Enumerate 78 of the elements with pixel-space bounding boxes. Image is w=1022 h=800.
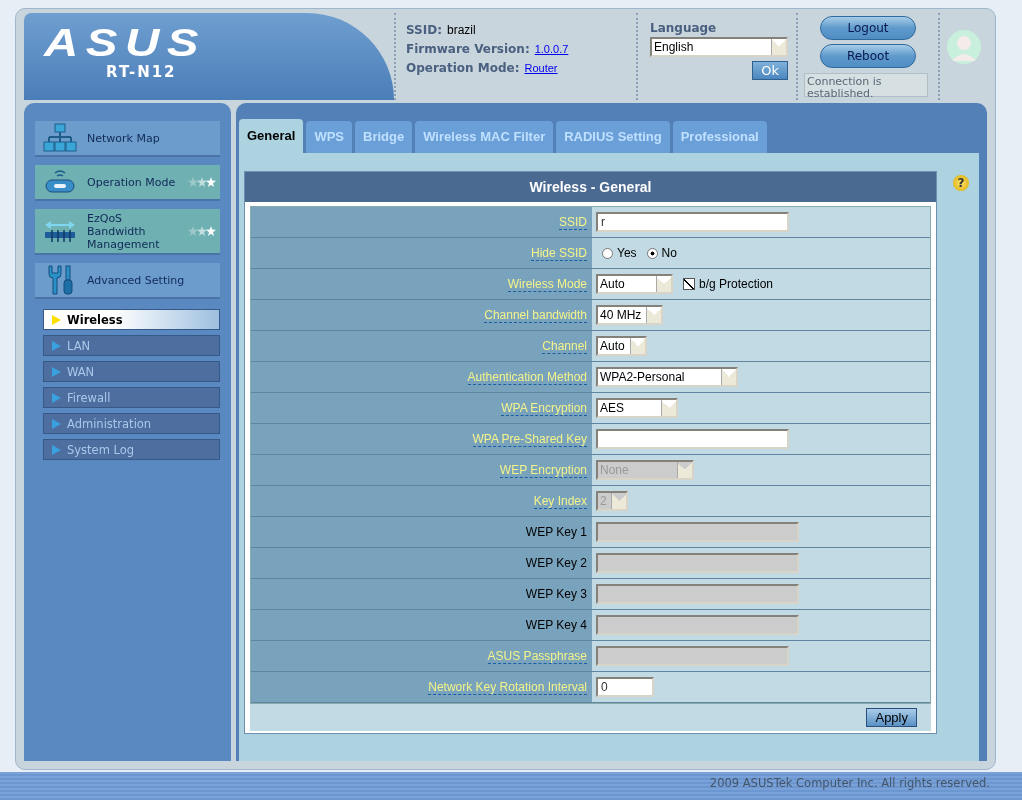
submenu-item[interactable]: System Log <box>43 439 220 460</box>
radio-label: No <box>661 246 677 260</box>
model-name: RT-N12 <box>106 63 177 81</box>
avatar-icon <box>945 28 982 65</box>
submenu-item[interactable]: Firewall <box>43 387 220 408</box>
caret-icon <box>630 338 645 354</box>
sidebar-item[interactable]: Operation Mode <box>35 165 220 201</box>
reboot-button[interactable]: Reboot <box>820 44 916 68</box>
dropdown[interactable]: Auto <box>596 336 647 356</box>
caret-icon <box>646 307 661 323</box>
info-link[interactable]: 1.0.0.7 <box>534 43 569 55</box>
help-link[interactable]: Channel <box>542 338 587 354</box>
triangle-icon <box>52 366 61 377</box>
radio-label: Yes <box>617 246 637 260</box>
tab[interactable]: Professional <box>672 121 767 153</box>
caret-icon <box>661 400 676 416</box>
logout-button[interactable]: Logout <box>820 16 916 40</box>
dropdown[interactable]: AES <box>596 398 678 418</box>
dropdown[interactable]: Auto <box>596 274 673 294</box>
info-link[interactable]: Router <box>524 62 558 74</box>
submenu-item[interactable]: Wireless <box>43 309 220 330</box>
triangle-icon <box>52 418 61 429</box>
sparkle-icon <box>188 226 216 236</box>
checkbox[interactable] <box>683 278 695 290</box>
copyright-text: 2009 ASUSTek Computer Inc. All rights reserved. <box>709 776 990 790</box>
info-label: Operation Mode: <box>406 61 520 75</box>
tab[interactable]: Wireless MAC Filter <box>415 121 554 153</box>
help-link[interactable]: Channel bandwidth <box>484 307 587 323</box>
info-value: brazil <box>447 23 476 37</box>
dropdown[interactable]: 40 MHz <box>596 305 663 325</box>
info-label: Firmware Version: <box>406 42 530 56</box>
help-link[interactable]: WPA Pre-Shared Key <box>472 431 587 447</box>
caret-icon <box>611 493 626 509</box>
submenu-item[interactable]: Administration <box>43 413 220 434</box>
text-field[interactable]: 0 <box>596 677 654 697</box>
caret-icon <box>677 462 692 478</box>
sidebar-item[interactable]: Network Map <box>35 121 220 157</box>
field-label: WEP Key 2 <box>525 556 587 570</box>
dropdown[interactable]: WPA2-Personal <box>596 367 738 387</box>
network-map-icon <box>43 123 77 153</box>
language-label: Language <box>650 21 718 35</box>
caret-icon <box>721 369 736 385</box>
text-field[interactable]: r <box>596 212 789 232</box>
field-label: WEP Key 4 <box>525 618 587 632</box>
field-label: WEP Key 3 <box>525 587 587 601</box>
sidebar-item[interactable]: Advanced Setting <box>35 263 220 299</box>
submenu-item[interactable]: WAN <box>43 361 220 382</box>
brand-logo: ASUS <box>44 23 206 63</box>
caret-icon <box>771 39 786 55</box>
triangle-icon <box>52 340 61 351</box>
apply-button[interactable]: Apply <box>866 708 917 727</box>
radio-button[interactable] <box>646 247 658 259</box>
tab[interactable]: Bridge <box>355 121 413 153</box>
help-link[interactable]: SSID <box>559 214 587 230</box>
sparkle-icon <box>188 177 216 187</box>
triangle-icon <box>52 392 61 403</box>
triangle-icon <box>52 314 61 325</box>
field-label: WEP Key 1 <box>525 525 587 539</box>
checkbox-label: b/g Protection <box>699 277 774 291</box>
help-icon[interactable]: ? <box>953 175 969 191</box>
text-field[interactable] <box>596 429 789 449</box>
tab[interactable]: General <box>239 119 304 153</box>
panel-title: Wireless - General <box>245 172 936 202</box>
submenu-item[interactable]: LAN <box>43 335 220 356</box>
help-link[interactable]: Wireless Mode <box>507 276 587 292</box>
ok-button[interactable]: Ok <box>752 61 788 80</box>
sidebar-item[interactable]: EzQoS Bandwidth Management <box>35 209 220 255</box>
help-link[interactable]: WPA Encryption <box>501 400 587 416</box>
triangle-icon <box>52 444 61 455</box>
tab[interactable]: RADIUS Setting <box>556 121 670 153</box>
help-link[interactable]: Hide SSID <box>530 245 587 261</box>
tab[interactable]: WPS <box>306 121 353 153</box>
help-link[interactable]: Authentication Method <box>467 369 587 385</box>
status-tooltip: Connection is established. <box>804 73 928 97</box>
language-dropdown[interactable]: English <box>650 37 788 57</box>
caret-icon <box>656 276 671 292</box>
info-label: SSID: <box>406 23 442 37</box>
radio-button[interactable] <box>602 247 613 259</box>
